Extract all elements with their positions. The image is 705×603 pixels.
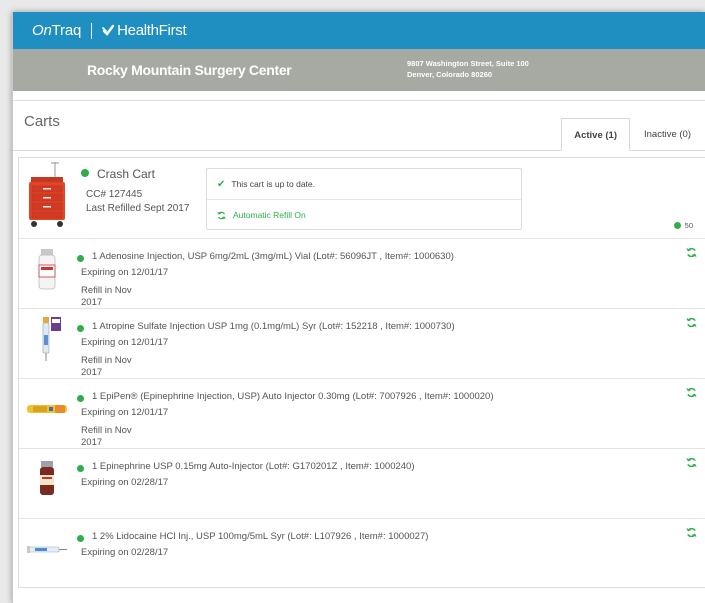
cart-summary[interactable]: Crash Cart CC# 127445 Last Refilled Sept… — [19, 158, 705, 239]
cart-panel: Crash Cart CC# 127445 Last Refilled Sept… — [18, 157, 705, 588]
item-status-dot — [77, 325, 84, 332]
list-item[interactable]: 1 EpiPen® (Epinephrine Injection, USP) A… — [19, 379, 705, 449]
item-name: 1 Atropine Sulfate Injection USP 1mg (0.… — [92, 321, 455, 332]
item-refill: Refill in Nov — [81, 285, 132, 296]
cart-cc-number: CC# 127445 — [86, 189, 143, 200]
refresh-icon[interactable] — [686, 247, 697, 258]
tab-inactive[interactable]: Inactive (0) — [630, 118, 705, 151]
list-item[interactable]: 1 Atropine Sulfate Injection USP 1mg (0.… — [19, 309, 705, 379]
refresh-icon — [217, 211, 226, 219]
checkmark-icon: ✔ — [217, 178, 226, 190]
item-refill: Refill in Nov — [81, 425, 132, 436]
vial-image — [38, 249, 56, 290]
tab-active[interactable]: Active (1) — [561, 118, 630, 151]
syringe-image — [42, 317, 61, 361]
refresh-icon[interactable] — [686, 527, 697, 538]
item-expiring: Expiring on 12/01/17 — [81, 267, 169, 278]
item-refill: Refill in Nov — [81, 355, 132, 366]
auto-injector-image — [27, 405, 67, 413]
item-expiring: Expiring on 02/28/17 — [81, 547, 169, 558]
cart-last-refilled: Last Refilled Sept 2017 — [86, 203, 190, 214]
item-name: 1 EpiPen® (Epinephrine Injection, USP) A… — [92, 391, 494, 402]
item-status-dot — [77, 395, 84, 402]
item-status-dot — [77, 535, 84, 542]
item-refill-year: 2017 — [81, 367, 103, 378]
refresh-icon[interactable] — [686, 387, 697, 398]
item-name: 1 2% Lidocaine HCl Inj., USP 100mg/5mL S… — [92, 531, 429, 542]
logo-divider — [91, 22, 93, 39]
auto-refill-text: Automatic Refill On — [233, 210, 306, 220]
facility-name: Rocky Mountain Surgery Center — [87, 62, 292, 78]
refresh-icon[interactable] — [686, 317, 697, 328]
item-expiring: Expiring on 12/01/17 — [81, 337, 169, 348]
item-name: 1 Adenosine Injection, USP 6mg/2mL (3mg/… — [92, 251, 454, 262]
status-text: This cart is up to date. — [231, 179, 316, 189]
list-item[interactable]: 1 2% Lidocaine HCl Inj., USP 100mg/5mL S… — [19, 519, 705, 589]
item-refill-year: 2017 — [81, 437, 103, 448]
cart-count: 50 — [673, 221, 693, 230]
header-spacer — [13, 91, 705, 101]
carts-header: Carts Active (1) Inactive (0) — [13, 101, 705, 151]
item-name: 1 Epinephrine USP 0.15mg Auto-Injector (… — [92, 461, 415, 472]
healthfirst-icon — [102, 24, 115, 36]
list-item[interactable]: 1 Epinephrine USP 0.15mg Auto-Injector (… — [19, 449, 705, 519]
healthfirst-logo: HealthFirst — [102, 22, 187, 39]
facility-bar: Rocky Mountain Surgery Center 9807 Washi… — [13, 49, 705, 91]
facility-address: 9807 Washington Street, Suite 100 Denver… — [407, 59, 529, 79]
item-refill-year: 2017 — [81, 297, 103, 308]
prefilled-syringe-image — [27, 546, 67, 553]
refresh-icon[interactable] — [686, 457, 697, 468]
count-status-dot — [673, 222, 681, 229]
item-expiring: Expiring on 02/28/17 — [81, 477, 169, 488]
item-status-dot — [77, 465, 84, 472]
cart-status-dot — [81, 169, 89, 177]
page-title: Carts — [24, 113, 60, 130]
crash-cart-image — [29, 162, 65, 227]
top-bar: OnTraq HealthFirst — [13, 12, 705, 49]
cart-tabs: Active (1) Inactive (0) — [561, 118, 705, 151]
cart-name: Crash Cart — [97, 167, 156, 181]
cart-status-box: ✔ This cart is up to date. Automatic Ref… — [206, 168, 522, 230]
small-vial-image — [40, 461, 54, 495]
item-status-dot — [77, 255, 84, 262]
ontraq-logo: OnTraq — [32, 22, 82, 39]
list-item[interactable]: 1 Adenosine Injection, USP 6mg/2mL (3mg/… — [19, 239, 705, 309]
item-expiring: Expiring on 12/01/17 — [81, 407, 169, 418]
